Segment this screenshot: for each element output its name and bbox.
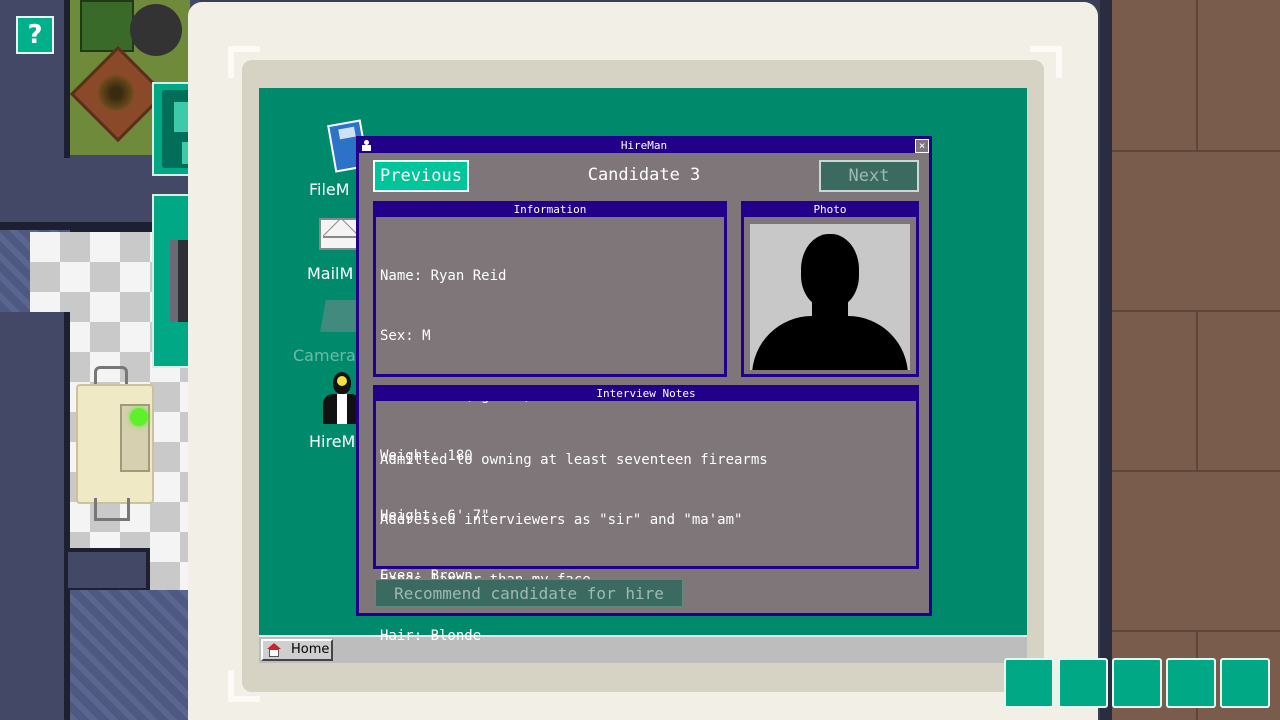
help-button[interactable]: ? (16, 16, 54, 54)
hireman-window: HireMan × Previous Candidate 3 Next Info… (356, 136, 932, 644)
info-name: Name: Ryan Reid (380, 268, 507, 284)
inventory-slot-4[interactable] (1166, 658, 1216, 708)
house-icon (267, 643, 281, 657)
machine-legs (94, 498, 130, 521)
information-panel: Information Name: Ryan Reid Sex: M DOB: … (373, 201, 727, 644)
player-character (130, 4, 182, 56)
wall-edge (1100, 0, 1112, 720)
wall (64, 548, 150, 592)
desktop-icon-label: FileM (309, 180, 350, 199)
inventory-slot-3[interactable] (1112, 658, 1162, 708)
plank-line (1112, 470, 1280, 472)
wall (0, 312, 70, 720)
candidate-heading: Candidate 3 (587, 165, 701, 185)
note-line: Admitted to owning at least seventeen fi… (380, 452, 768, 468)
taskbar: Home (259, 635, 1027, 663)
plank-line (1196, 0, 1198, 150)
plank-line (1196, 310, 1198, 470)
desktop-icon-label: Camera (293, 346, 356, 365)
wall (64, 0, 70, 158)
silhouette-icon (752, 316, 908, 370)
desktop-icon-label: HireM (309, 432, 356, 451)
inventory-slot-5[interactable] (1220, 658, 1270, 708)
plank-line (1112, 150, 1280, 152)
machine-light (130, 408, 148, 426)
floor-tiles (70, 590, 190, 720)
desktop-icon-label: MailM (307, 264, 354, 283)
corner-bracket (1030, 46, 1062, 78)
note-line: Addressed interviewers as "sir" and "ma'… (380, 512, 743, 528)
interview-notes-title: Interview Notes (376, 388, 916, 401)
corner-bracket (228, 670, 260, 702)
wood-wall (1100, 0, 1280, 720)
previous-button[interactable]: Previous (373, 160, 469, 192)
recommend-button[interactable]: Recommend candidate for hire (375, 579, 683, 607)
window-titlebar[interactable]: HireMan × (359, 139, 929, 153)
close-button[interactable]: × (915, 139, 929, 153)
home-label: Home (291, 642, 330, 657)
inventory-slot-2[interactable] (1058, 658, 1108, 708)
inventory-slot-1[interactable] (1004, 658, 1054, 708)
photo-panel: Photo (741, 201, 919, 377)
home-button[interactable]: Home (261, 639, 333, 661)
window-title: HireMan (620, 139, 668, 152)
candidate-photo (750, 224, 910, 370)
information-title: Information (376, 204, 724, 217)
hireman-icon (321, 372, 361, 426)
interview-notes-panel: Interview Notes Admitted to owning at le… (373, 385, 919, 588)
info-sex: Sex: M (380, 328, 431, 344)
corner-bracket (228, 46, 260, 78)
plant (97, 74, 135, 112)
photo-title: Photo (744, 204, 916, 217)
person-icon (361, 140, 371, 152)
next-button[interactable]: Next (819, 160, 919, 192)
crate (80, 0, 134, 52)
